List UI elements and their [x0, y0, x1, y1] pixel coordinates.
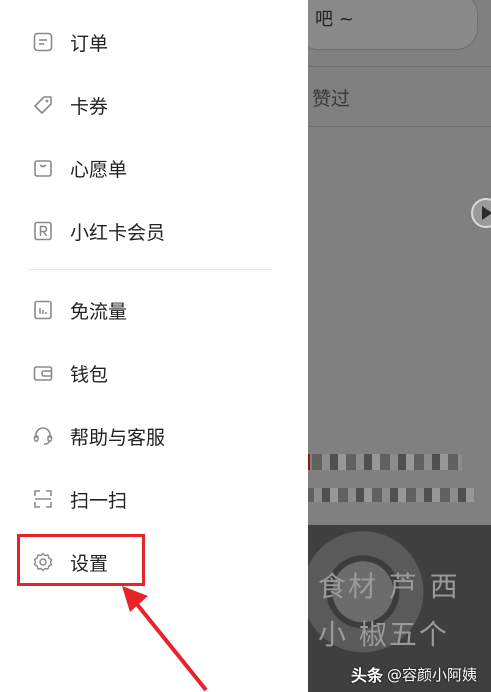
photo-caption-2: 小 椒五个 [318, 618, 449, 651]
membership-r-icon [32, 220, 54, 242]
menu-item-free-data[interactable]: 免流量 [0, 282, 308, 338]
menu-item-label: 扫一扫 [70, 489, 128, 512]
menu-item-label: 钱包 [70, 363, 109, 386]
annotation-arrow-icon [122, 586, 208, 692]
divider [290, 66, 491, 67]
blurred-subtitle [304, 488, 474, 502]
play-icon [471, 198, 491, 228]
watermark-logo: 头条 [350, 666, 383, 685]
blurred-title [312, 454, 462, 470]
menu-item-membership[interactable]: 小红卡会员 [0, 203, 308, 259]
watermark-text: @容颜小阿姨 [386, 665, 477, 684]
menu-item-label: 心愿单 [70, 158, 128, 181]
liked-label: 赞过 [312, 88, 351, 110]
menu-item-label: 免流量 [70, 300, 128, 323]
search-bar: 吧 ~ [296, 0, 478, 50]
menu-item-wishlist[interactable]: 心愿单 [0, 140, 308, 196]
menu-divider [28, 269, 272, 270]
photo-caption-1: 食材 芦 西 [318, 570, 460, 603]
settings-highlight-box [17, 534, 145, 586]
coupon-tag-icon [32, 94, 54, 116]
menu-item-scan[interactable]: 扫一扫 [0, 471, 308, 527]
menu-item-wallet[interactable]: 钱包 [0, 345, 308, 401]
menu-item-label: 卡券 [70, 95, 109, 118]
menu-item-coupons[interactable]: 卡券 [0, 77, 308, 133]
background-content: 吧 ~ 赞过 食材 芦 西 小 椒五个 [290, 0, 491, 692]
wishlist-bag-icon [32, 157, 54, 179]
free-data-icon [32, 299, 54, 321]
wallet-icon [32, 362, 54, 384]
menu-item-label: 小红卡会员 [70, 221, 166, 244]
menu-item-label: 帮助与客服 [70, 426, 166, 449]
menu-item-orders[interactable]: 订单 [0, 14, 308, 70]
menu-item-label: 订单 [70, 32, 109, 55]
order-icon [32, 31, 54, 53]
scan-icon [32, 488, 54, 510]
menu-item-help[interactable]: 帮助与客服 [0, 408, 308, 464]
headset-icon [32, 425, 54, 447]
watermark: 头条 @容颜小阿姨 [351, 662, 477, 686]
divider [290, 126, 491, 127]
search-bar-text: 吧 ~ [315, 9, 354, 30]
